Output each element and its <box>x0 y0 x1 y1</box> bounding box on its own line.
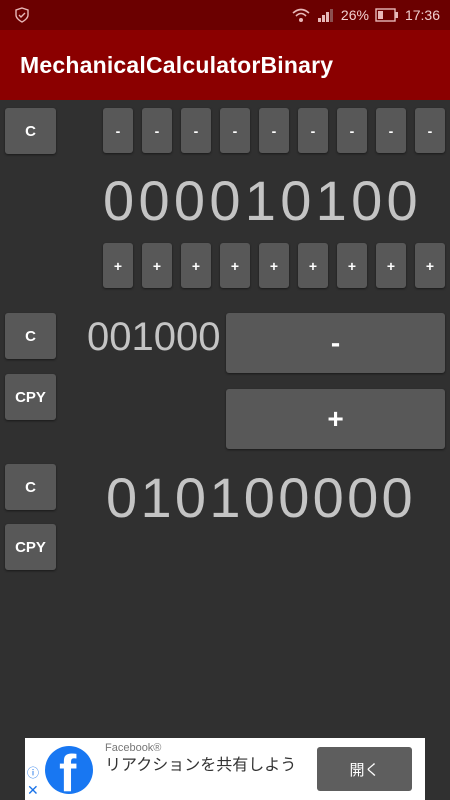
plus-button-4[interactable]: + <box>220 243 250 288</box>
minus-button-3[interactable]: - <box>181 108 211 153</box>
status-bar: 26% 17:36 <box>0 0 450 30</box>
plus-button-5[interactable]: + <box>259 243 289 288</box>
minus-button-1[interactable]: - <box>103 108 133 153</box>
ad-banner[interactable]: ⓘ ✕ f Facebook® リアクションを共有しよう 開く <box>25 738 425 800</box>
clock: 17:36 <box>404 7 440 23</box>
battery-percent: 26% <box>340 7 369 23</box>
ad-open-button[interactable]: 開く <box>317 747 412 791</box>
minus-button-7[interactable]: - <box>337 108 367 153</box>
bottom-clear-button[interactable]: C <box>5 464 56 510</box>
add-button[interactable]: + <box>226 389 445 449</box>
ad-info-icon[interactable]: ⓘ <box>27 764 39 781</box>
ad-sponsor: Facebook® <box>105 742 162 754</box>
minus-button-6[interactable]: - <box>298 108 328 153</box>
plus-button-6[interactable]: + <box>298 243 328 288</box>
minus-button-2[interactable]: - <box>142 108 172 153</box>
minus-button-4[interactable]: - <box>220 108 250 153</box>
plus-button-3[interactable]: + <box>181 243 211 288</box>
shield-icon <box>15 7 29 23</box>
plus-button-2[interactable]: + <box>142 243 172 288</box>
bottom-copy-button[interactable]: CPY <box>5 524 56 570</box>
middle-copy-button[interactable]: CPY <box>5 374 56 420</box>
minus-button-9[interactable]: - <box>415 108 445 153</box>
subtract-button[interactable]: - <box>226 313 445 373</box>
plus-button-8[interactable]: + <box>376 243 406 288</box>
top-result-digits: 000010100 <box>103 169 423 232</box>
minus-button-5[interactable]: - <box>259 108 289 153</box>
plus-button-1[interactable]: + <box>103 243 133 288</box>
middle-operand-digits: 001000 <box>87 315 221 359</box>
battery-icon <box>375 8 398 22</box>
plus-button-9[interactable]: + <box>415 243 445 288</box>
wifi-icon <box>292 8 310 22</box>
status-icons: 26% 17:36 <box>291 0 440 30</box>
minus-button-8[interactable]: - <box>376 108 406 153</box>
app-bar: MechanicalCalculatorBinary <box>0 30 450 100</box>
facebook-logo-icon: f <box>45 746 93 794</box>
middle-clear-button[interactable]: C <box>5 313 56 359</box>
app-title: MechanicalCalculatorBinary <box>20 51 334 78</box>
top-clear-button[interactable]: C <box>5 108 56 154</box>
bottom-accumulator-digits: 010100000 <box>106 466 417 529</box>
ad-close-icon[interactable]: ✕ <box>27 782 39 799</box>
plus-button-7[interactable]: + <box>337 243 367 288</box>
ad-text: リアクションを共有しよう <box>105 757 297 774</box>
signal-icon <box>317 9 333 22</box>
